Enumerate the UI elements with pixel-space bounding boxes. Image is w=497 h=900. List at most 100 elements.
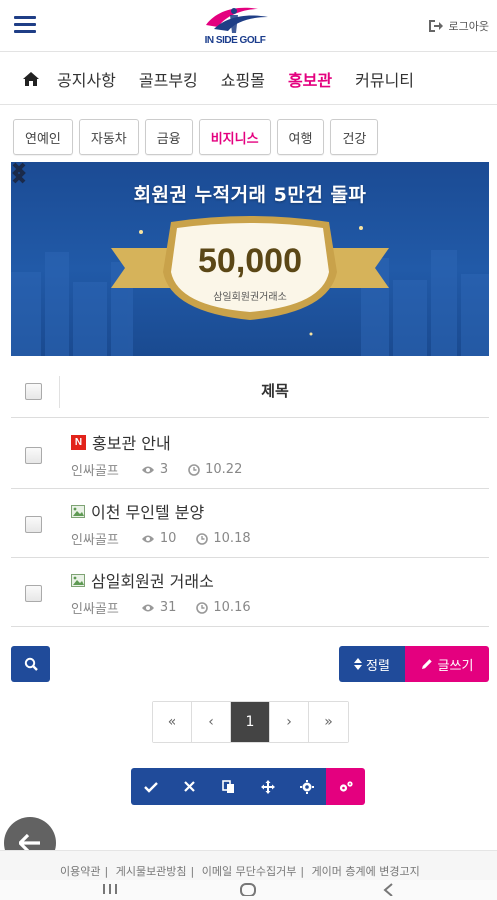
post-date: 10.16	[196, 600, 251, 615]
home-circle-icon[interactable]	[238, 882, 258, 896]
banner-title: 회원권 누적거래 5만건 돌파	[133, 184, 367, 206]
post-views: 3	[141, 462, 168, 477]
footer-link-retention[interactable]: 게시물보관방침	[116, 865, 187, 878]
category-chip-finance[interactable]: 금융	[144, 119, 193, 155]
post-title: 홍보관 안내	[92, 434, 171, 453]
post-title-link[interactable]: N 홍보관 안내	[71, 430, 171, 454]
footer-link-notice[interactable]: 게이머 층계에 변경고지	[312, 865, 420, 878]
banner-number: 50,000	[198, 242, 302, 280]
write-button[interactable]: 글쓰기	[405, 646, 489, 682]
clock-icon	[196, 532, 209, 545]
logout-button[interactable]: 로그아웃	[428, 17, 489, 35]
clock-icon	[196, 601, 209, 614]
image-icon	[71, 573, 85, 587]
post-title-link[interactable]: 이천 무인텔 분양	[71, 499, 204, 523]
post-author: 인싸골프	[71, 602, 119, 617]
eye-icon	[141, 535, 154, 542]
category-tabs: 연예인 자동차 금융 비지니스 여행 건강	[0, 114, 497, 160]
copy-tool-button[interactable]	[209, 768, 248, 805]
category-chip-car[interactable]: 자동차	[78, 119, 139, 155]
post-date-text: 10.16	[213, 600, 251, 615]
post-date-text: 10.22	[205, 462, 243, 477]
logo-text: IN SIDE GOLF	[204, 35, 266, 46]
nav-item-notice[interactable]: 공지사항	[57, 67, 116, 91]
nav-item-community[interactable]: 커뮤니티	[355, 67, 414, 91]
sort-label: 정렬	[366, 658, 390, 674]
search-button[interactable]	[11, 646, 50, 682]
sign-out-icon	[428, 20, 443, 32]
row-checkbox[interactable]	[25, 516, 42, 533]
post-author: 인싸골프	[71, 464, 119, 479]
chevron-right-icon[interactable]	[11, 162, 27, 184]
settings-tool-button[interactable]	[287, 768, 326, 805]
back-chevron-icon[interactable]	[378, 882, 398, 896]
post-meta: 인싸골프 3 10.22	[71, 460, 242, 479]
copy-icon	[222, 779, 234, 793]
move-icon	[260, 779, 275, 794]
post-view-count: 3	[159, 462, 169, 477]
gear-icon	[299, 779, 314, 794]
gears-icon	[339, 780, 353, 792]
post-views: 10	[141, 531, 177, 546]
footer-link-email[interactable]: 이메일 무단수집거부	[202, 865, 297, 878]
menu-icon[interactable]	[14, 16, 36, 34]
post-title: 이천 무인텔 분양	[91, 503, 205, 522]
category-chip-celebrity[interactable]: 연예인	[13, 119, 73, 155]
top-header: IN SIDE GOLF 로그아웃	[0, 0, 497, 52]
logout-label: 로그아웃	[448, 20, 489, 33]
post-view-count: 10	[159, 531, 177, 546]
promo-banner[interactable]: 회원권 누적거래 5만건 돌파 50,000 삼일회원권거래소	[11, 162, 489, 356]
site-logo[interactable]: IN SIDE GOLF	[186, 3, 284, 49]
sort-button[interactable]: 정렬	[339, 646, 405, 682]
page-first-button[interactable]: «	[153, 702, 192, 742]
column-title: 제목	[261, 382, 289, 400]
page-current[interactable]: 1	[231, 702, 270, 742]
post-meta: 인싸골프 10 10.18	[71, 529, 251, 548]
table-row: 이천 무인텔 분양 인싸골프 10 10.18	[11, 489, 489, 558]
pencil-icon	[421, 659, 432, 669]
page-prev-button[interactable]: ‹	[192, 702, 231, 742]
home-icon[interactable]	[22, 70, 40, 88]
header-divider	[59, 376, 60, 408]
category-chip-health[interactable]: 건강	[330, 119, 379, 155]
post-title: 삼일회원권 거래소	[91, 572, 214, 591]
post-view-count: 31	[159, 600, 177, 615]
recent-apps-icon[interactable]	[100, 882, 120, 896]
category-chip-travel[interactable]: 여행	[276, 119, 325, 155]
table-row: N 홍보관 안내 인싸골프 3 10.22	[11, 420, 489, 489]
delete-tool-button[interactable]	[170, 768, 209, 805]
footer-links: 이용약관 | 게시물보관방침 | 이메일 무단수집거부 | 게이머 층계에 변경고지	[60, 865, 420, 878]
nav-item-promotion[interactable]: 홍보관	[288, 67, 332, 91]
notice-badge-icon: N	[71, 434, 86, 450]
post-date: 10.18	[196, 531, 251, 546]
page-last-button[interactable]: »	[309, 702, 348, 742]
page-next-button[interactable]: ›	[270, 702, 309, 742]
row-checkbox[interactable]	[25, 585, 42, 602]
post-author: 인싸골프	[71, 533, 119, 548]
post-date: 10.22	[188, 462, 242, 477]
table-row: 삼일회원권 거래소 인싸골프 31 10.16	[11, 558, 489, 627]
post-views: 31	[141, 600, 177, 615]
banner-subtitle: 삼일회원권거래소	[213, 292, 287, 303]
nav-item-golf-booking[interactable]: 골프부킹	[139, 67, 198, 91]
write-label: 글쓰기	[437, 658, 474, 674]
category-chip-business[interactable]: 비지니스	[198, 119, 271, 155]
manage-tool-button[interactable]	[326, 768, 365, 805]
search-icon	[24, 657, 38, 671]
post-title-link[interactable]: 삼일회원권 거래소	[71, 568, 214, 592]
pagination: « ‹ 1 › »	[152, 701, 349, 743]
main-nav: 공지사항 골프부킹 쇼핑몰 홍보관 커뮤니티	[0, 53, 497, 105]
close-icon	[184, 781, 195, 792]
table-header: 제목	[11, 366, 489, 418]
move-tool-button[interactable]	[248, 768, 287, 805]
post-meta: 인싸골프 31 10.16	[71, 598, 251, 617]
select-all-checkbox[interactable]	[25, 383, 42, 400]
check-tool-button[interactable]	[131, 768, 170, 805]
footer-link-terms[interactable]: 이용약관	[60, 865, 100, 878]
check-icon	[143, 781, 158, 793]
row-checkbox[interactable]	[25, 447, 42, 464]
image-icon	[71, 504, 85, 518]
nav-item-shopping[interactable]: 쇼핑몰	[221, 67, 265, 91]
eye-icon	[141, 604, 154, 611]
post-date-text: 10.18	[213, 531, 251, 546]
